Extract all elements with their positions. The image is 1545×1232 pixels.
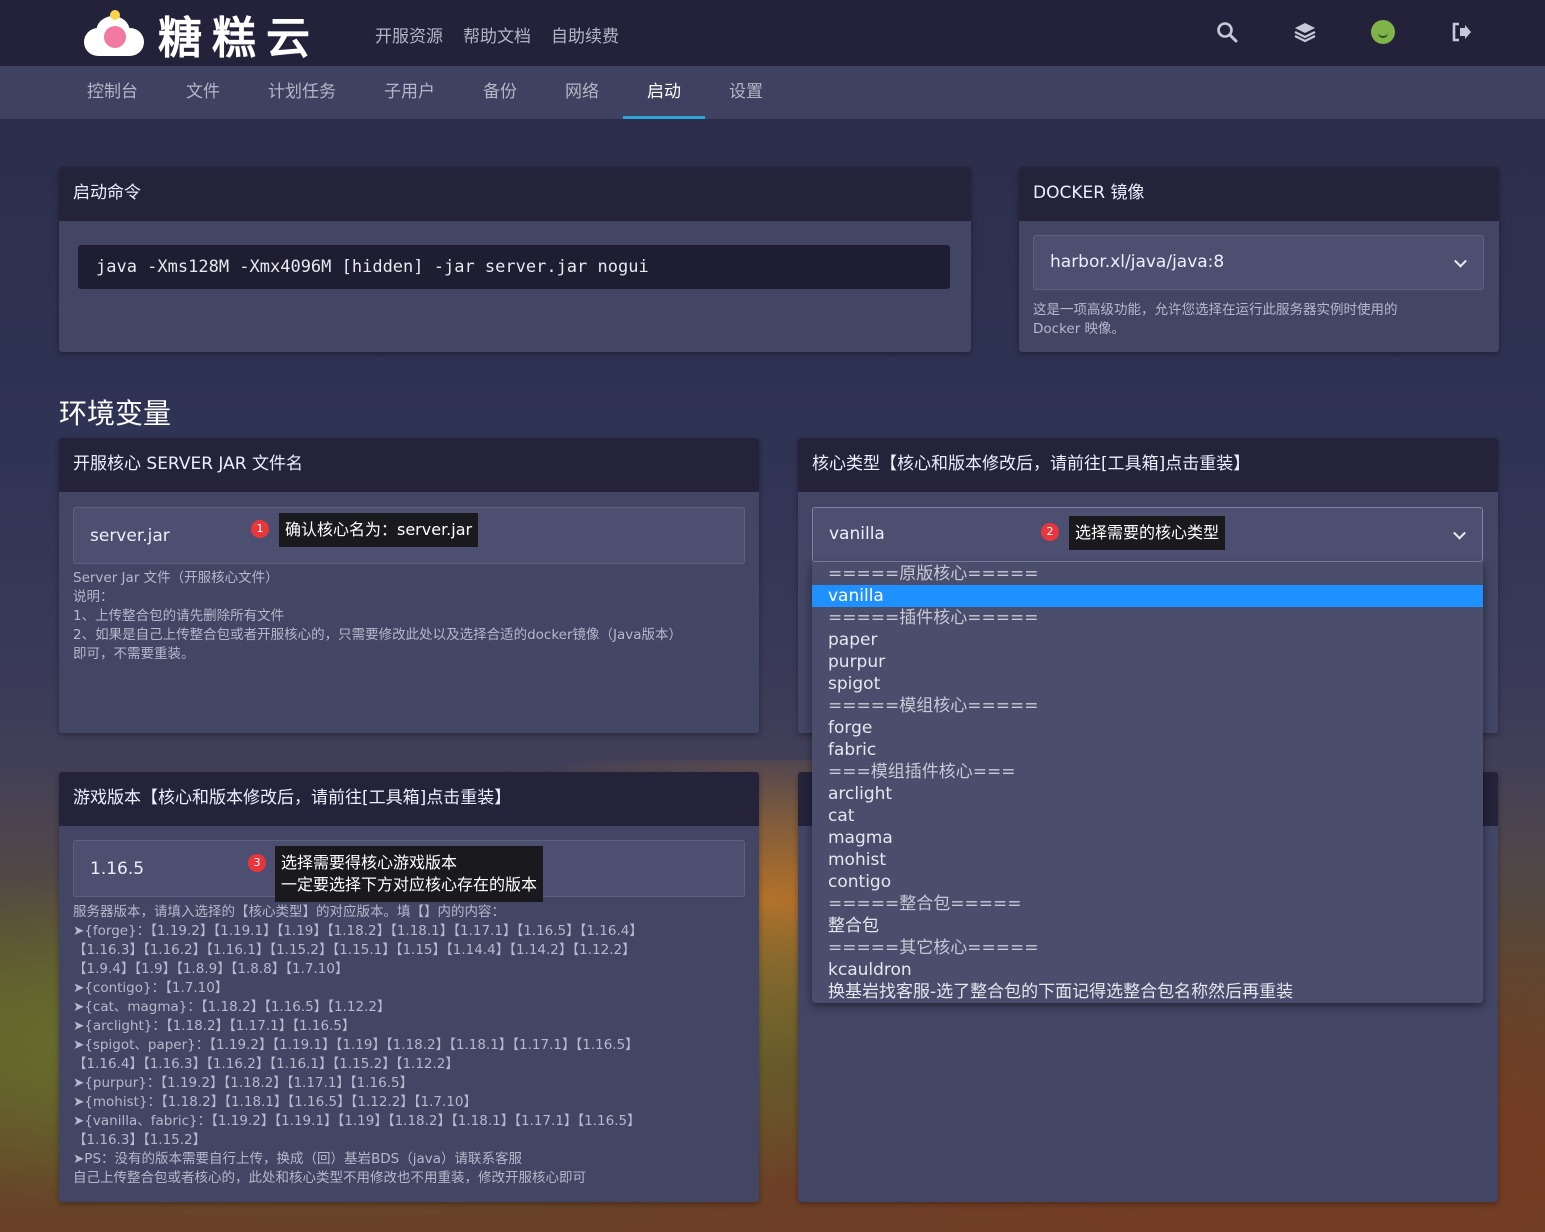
core-type-value: vanilla	[829, 524, 885, 544]
dropdown-group-label: =====模组核心=====	[828, 696, 1039, 716]
dropdown-option-paper[interactable]: paper	[812, 629, 1483, 651]
annotation-tip-1: 确认核心名为：server.jar	[279, 513, 479, 547]
docker-image-select[interactable]: harbor.xl/java/java:8	[1033, 235, 1484, 290]
dropdown-group-label: =====原版核心=====	[828, 564, 1039, 584]
avatar[interactable]	[1369, 18, 1397, 46]
server-jar-help-text: Server Jar 文件（开服核心文件） 说明： 1、上传整合包的请先删除所有…	[73, 570, 683, 662]
dropdown-option-forge[interactable]: forge	[812, 717, 1483, 739]
docker-image-value: harbor.xl/java/java:8	[1050, 252, 1225, 272]
dropdown-option-purpur[interactable]: purpur	[812, 651, 1483, 673]
dropdown-option-contigo[interactable]: contigo	[812, 871, 1483, 893]
avatar-face-icon	[1371, 20, 1395, 44]
annotation-badge-2: 2	[1041, 523, 1059, 541]
tab-subusers[interactable]: 子用户	[360, 66, 459, 119]
dropdown-option-cat[interactable]: cat	[812, 805, 1483, 827]
server-jar-panel: 开服核心 SERVER JAR 文件名 server.jar Server Ja…	[59, 438, 759, 733]
dropdown-group-label: =====其它核心=====	[828, 938, 1039, 958]
tab-network[interactable]: 网络	[541, 66, 623, 119]
chevron-down-icon	[1453, 526, 1466, 540]
annotation-badge-1: 1	[251, 520, 269, 538]
docker-image-panel: DOCKER 镜像 harbor.xl/java/java:8 这是一项高级功能…	[1019, 167, 1499, 352]
panel-title: 核心类型【核心和版本修改后，请前往[工具箱]点击重装】	[798, 438, 1498, 492]
startup-command: java -Xms128M -Xmx4096M [hidden] -jar se…	[78, 245, 950, 289]
tab-startup[interactable]: 启动	[623, 66, 705, 119]
game-version-panel: 游戏版本【核心和版本修改后，请前往[工具箱]点击重装】 1.16.5 服务器版本…	[59, 772, 759, 1202]
top-nav: 开服资源 帮助文档 自助续费	[375, 22, 619, 47]
dropdown-option-kcauldron[interactable]: kcauldron	[812, 959, 1483, 981]
dropdown-option-modpack[interactable]: 整合包	[812, 915, 1483, 937]
annotation-tip-3: 选择需要得核心游戏版本 一定要选择下方对应核心存在的版本	[275, 846, 544, 902]
server-jar-value: server.jar	[90, 526, 170, 546]
layers-icon[interactable]	[1291, 18, 1319, 46]
brand-logo[interactable]: 糖糕云	[80, 6, 320, 64]
dropdown-option-magma[interactable]: magma	[812, 827, 1483, 849]
dropdown-option-spigot[interactable]: spigot	[812, 673, 1483, 695]
cloud-logo-icon	[80, 10, 148, 58]
topnav-renew[interactable]: 自助续费	[551, 22, 619, 47]
panel-title: DOCKER 镜像	[1019, 167, 1499, 221]
top-bar: 糖糕云 开服资源 帮助文档 自助续费	[0, 0, 1545, 66]
dropdown-option-vanilla[interactable]: vanilla	[812, 585, 1483, 607]
dropdown-option-fabric[interactable]: fabric	[812, 739, 1483, 761]
tab-backups[interactable]: 备份	[459, 66, 541, 119]
dropdown-option-mohist[interactable]: mohist	[812, 849, 1483, 871]
section-title: 环境变量	[59, 397, 172, 430]
tab-console[interactable]: 控制台	[63, 66, 162, 119]
startup-command-panel: 启动命令 java -Xms128M -Xmx4096M [hidden] -j…	[59, 167, 971, 352]
dropdown-group-label: ===模组插件核心===	[828, 762, 1016, 782]
top-icons	[1213, 18, 1475, 46]
core-type-dropdown: =====原版核心===== vanilla =====插件核心===== pa…	[812, 562, 1483, 1003]
search-icon[interactable]	[1213, 18, 1241, 46]
game-version-value: 1.16.5	[90, 859, 145, 879]
panel-title: 开服核心 SERVER JAR 文件名	[59, 438, 759, 492]
topnav-docs[interactable]: 帮助文档	[463, 22, 531, 47]
server-subnav: 控制台 文件 计划任务 子用户 备份 网络 启动 设置	[0, 66, 1545, 119]
panel-title: 游戏版本【核心和版本修改后，请前往[工具箱]点击重装】	[59, 772, 759, 826]
annotation-tip-2: 选择需要的核心类型	[1069, 516, 1226, 550]
panel-title: 启动命令	[59, 167, 971, 221]
dropdown-option-bedrock-note[interactable]: 换基岩找客服-选了整合包的下面记得选整合包名称然后再重装	[812, 981, 1483, 1003]
tab-files[interactable]: 文件	[162, 66, 244, 119]
dropdown-group-label: =====整合包=====	[828, 894, 1022, 914]
brand-name: 糖糕云	[158, 13, 320, 64]
topnav-resources[interactable]: 开服资源	[375, 22, 443, 47]
dropdown-group-label: =====插件核心=====	[828, 608, 1039, 628]
docker-help-text: 这是一项高级功能，允许您选择在运行此服务器实例时使用的 Docker 映像。	[1033, 302, 1398, 337]
tab-settings[interactable]: 设置	[705, 66, 787, 119]
tab-schedules[interactable]: 计划任务	[244, 66, 360, 119]
dropdown-option-arclight[interactable]: arclight	[812, 783, 1483, 805]
annotation-badge-3: 3	[248, 854, 266, 872]
game-version-help-text: 服务器版本，请填入选择的【核心类型】的对应版本。填【】内的内容： ➤{forge…	[73, 904, 643, 1186]
logout-icon[interactable]	[1447, 18, 1475, 46]
chevron-down-icon	[1454, 254, 1467, 268]
